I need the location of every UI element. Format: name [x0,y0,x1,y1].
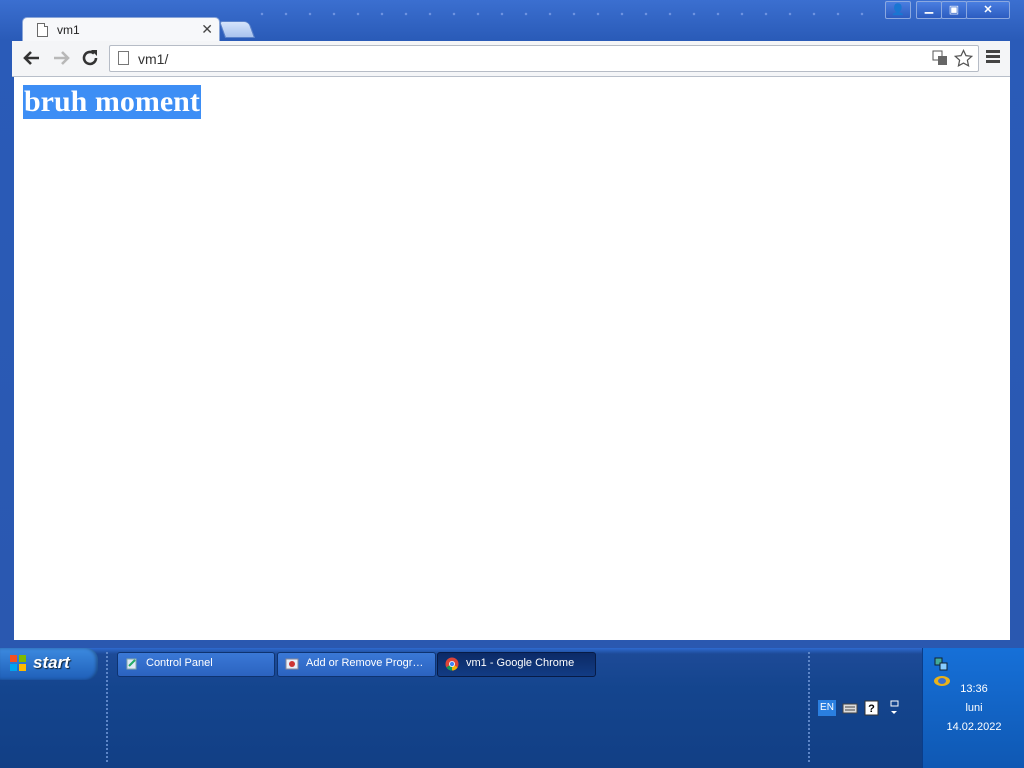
bookmark-star-icon[interactable] [954,49,973,68]
network-icon[interactable] [933,656,949,672]
reload-button[interactable] [78,46,102,70]
taskbar-separator [808,652,810,764]
profile-button[interactable]: 👤 [885,1,911,19]
close-icon: ✕ [983,4,993,16]
taskbar: start Control Panel Add or Remove Progr…… [0,648,1024,768]
translate-icon[interactable] [932,50,948,66]
clock-date: 14.02.2022 [946,721,1002,733]
help-icon[interactable]: ? [864,700,880,716]
taskbar-separator [106,652,108,764]
task-label: Control Panel [146,657,213,669]
chrome-menu-icon[interactable] [986,50,1000,66]
back-button[interactable] [20,46,44,70]
page-icon [118,51,129,65]
tab-title: vm1 [57,23,80,37]
url-input[interactable] [136,48,920,70]
restore-icon: ▣ [948,4,960,16]
clock-time: 13:36 [960,683,988,695]
page-heading: bruh moment [23,85,201,119]
close-window-button[interactable]: ✕ [966,1,1010,19]
windows-logo-icon [10,655,26,671]
back-arrow-icon [23,51,39,65]
restore-bar-icon[interactable] [886,700,902,716]
task-control-panel[interactable]: Control Panel [117,652,275,677]
maximize-button[interactable]: ▣ [941,1,967,19]
svg-text:?: ? [868,703,875,715]
control-panel-icon [126,658,137,670]
reload-icon [82,50,98,66]
start-button[interactable]: start [0,648,98,680]
tab-vm1[interactable]: vm1 ✕ [22,17,220,42]
task-chrome[interactable]: vm1 - Google Chrome [437,652,596,677]
browser-toolbar [12,41,1010,77]
start-label: start [33,653,70,672]
titlebar-pattern [250,8,880,20]
minimize-icon: ▁ [924,2,934,14]
clock-day: luni [965,702,983,714]
page-icon [37,23,48,37]
add-remove-programs-icon [285,658,299,670]
keyboard-icon[interactable] [842,700,858,716]
chrome-icon [445,657,459,671]
task-label: Add or Remove Progr… [306,657,424,669]
page-content: bruh moment [14,77,1010,640]
task-label: vm1 - Google Chrome [466,657,575,669]
system-tray: 13:36 luni 14.02.2022 [922,648,1024,768]
task-add-remove-programs[interactable]: Add or Remove Progr… [277,652,436,677]
language-indicator[interactable]: EN [818,700,836,716]
new-tab-button[interactable] [218,21,256,38]
minimize-button[interactable]: ▁ [916,1,942,19]
forward-arrow-icon [54,51,70,65]
forward-button[interactable] [49,46,73,70]
user-icon: 👤 [891,4,905,16]
close-tab-icon[interactable]: ✕ [201,21,213,38]
browser-window: vm1 ✕ 👤 ▁ ▣ ✕ vm1/ bruh moment [0,0,1024,648]
address-bar[interactable] [109,45,979,72]
